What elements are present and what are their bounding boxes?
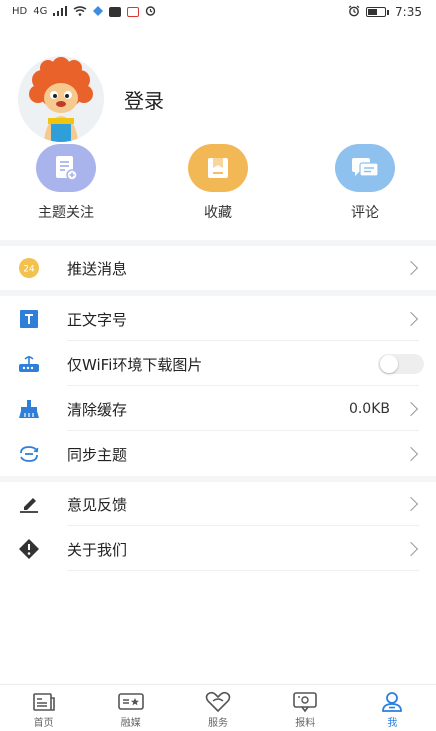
toggle-knob xyxy=(380,355,398,373)
settings-row-sync-theme[interactable]: 同步主题 xyxy=(0,432,436,476)
broom-icon xyxy=(17,397,41,421)
battery-icon xyxy=(366,7,390,17)
app-notification-icon xyxy=(93,5,104,19)
status-bar: HD 4G 7:35 xyxy=(0,0,436,24)
settings-row-font-size[interactable]: 正文字号 xyxy=(0,297,436,341)
wifi-only-toggle[interactable] xyxy=(378,354,424,374)
row-separator xyxy=(67,525,419,526)
status-right: 7:35 xyxy=(348,5,422,20)
status-left: HD 4G xyxy=(12,5,156,19)
settings-row-feedback[interactable]: 意见反馈 xyxy=(0,482,436,526)
alarm-icon xyxy=(348,5,360,20)
nav-home[interactable]: 首页 xyxy=(0,685,87,731)
clear-cache-label: 清除缓存 xyxy=(67,400,128,419)
nav-me-label: 我 xyxy=(387,718,398,729)
nav-service[interactable]: 服务 xyxy=(174,685,261,731)
profile-header[interactable]: 登录 xyxy=(18,56,164,142)
home-icon xyxy=(31,691,57,713)
subscriptions-label: 主题关注 xyxy=(38,205,94,221)
person-icon xyxy=(379,691,405,713)
report-icon xyxy=(292,691,318,713)
font-size-label: 正文字号 xyxy=(67,310,128,329)
nav-home-label: 首页 xyxy=(33,718,54,729)
settings-row-push[interactable]: 24 推送消息 xyxy=(0,246,436,290)
row-separator xyxy=(67,340,419,341)
chevron-right-icon xyxy=(403,496,419,512)
heart-icon xyxy=(205,691,231,713)
push-badge-count: 24 xyxy=(23,265,35,275)
settings-row-clear-cache[interactable]: 清除缓存 0.0KB xyxy=(0,387,436,431)
nav-me[interactable]: 我 xyxy=(349,685,436,731)
chevron-right-icon xyxy=(403,311,419,327)
chat-icon xyxy=(335,144,395,192)
comments-button[interactable]: 评论 xyxy=(335,144,395,222)
chevron-right-icon xyxy=(403,260,419,276)
row-separator xyxy=(67,430,419,431)
nav-media[interactable]: 融媒 xyxy=(87,685,174,731)
chevron-right-icon xyxy=(403,401,419,417)
push-label: 推送消息 xyxy=(67,259,128,278)
cache-size-value: 0.0KB xyxy=(348,401,390,417)
document-icon xyxy=(36,144,96,192)
bookmark-icon xyxy=(188,144,248,192)
alarm-icon xyxy=(145,5,156,19)
edit-icon xyxy=(17,492,41,516)
row-separator xyxy=(67,385,419,386)
favorites-label: 收藏 xyxy=(204,205,232,221)
router-icon xyxy=(17,352,41,376)
sync-icon xyxy=(17,442,41,466)
info-diamond-icon xyxy=(17,537,41,561)
avatar[interactable] xyxy=(18,56,104,142)
media-icon xyxy=(117,691,144,713)
bottom-nav: 首页 融媒 服务 报料 我 xyxy=(0,684,436,731)
nav-service-label: 服务 xyxy=(208,718,228,729)
wifi-only-label: 仅WiFi环境下载图片 xyxy=(67,355,203,374)
wifi-icon xyxy=(73,5,87,19)
about-label: 关于我们 xyxy=(67,540,128,559)
clock: 7:35 xyxy=(395,5,422,19)
comments-label: 评论 xyxy=(351,205,379,221)
login-link[interactable]: 登录 xyxy=(124,85,164,114)
settings-row-wifi-only[interactable]: 仅WiFi环境下载图片 xyxy=(0,342,436,386)
network-indicator: 4G xyxy=(33,6,48,17)
sync-theme-label: 同步主题 xyxy=(67,445,128,464)
badge-icon: 24 xyxy=(17,256,41,280)
chevron-right-icon xyxy=(403,541,419,557)
settings-row-about[interactable]: 关于我们 xyxy=(0,527,436,571)
font-size-icon xyxy=(17,307,41,331)
feedback-label: 意见反馈 xyxy=(67,495,128,514)
nav-report[interactable]: 报料 xyxy=(262,685,349,731)
row-separator xyxy=(67,570,419,571)
app-notification-icon-3 xyxy=(127,7,140,17)
app-notification-icon-2 xyxy=(109,7,122,17)
signal-icon xyxy=(53,5,68,19)
section-divider xyxy=(0,290,436,296)
favorites-button[interactable]: 收藏 xyxy=(188,144,248,222)
hd-indicator: HD xyxy=(12,6,28,17)
nav-report-label: 报料 xyxy=(295,718,316,729)
chevron-right-icon xyxy=(403,446,419,462)
subscriptions-button[interactable]: 主题关注 xyxy=(36,144,96,222)
nav-media-label: 融媒 xyxy=(120,718,141,729)
